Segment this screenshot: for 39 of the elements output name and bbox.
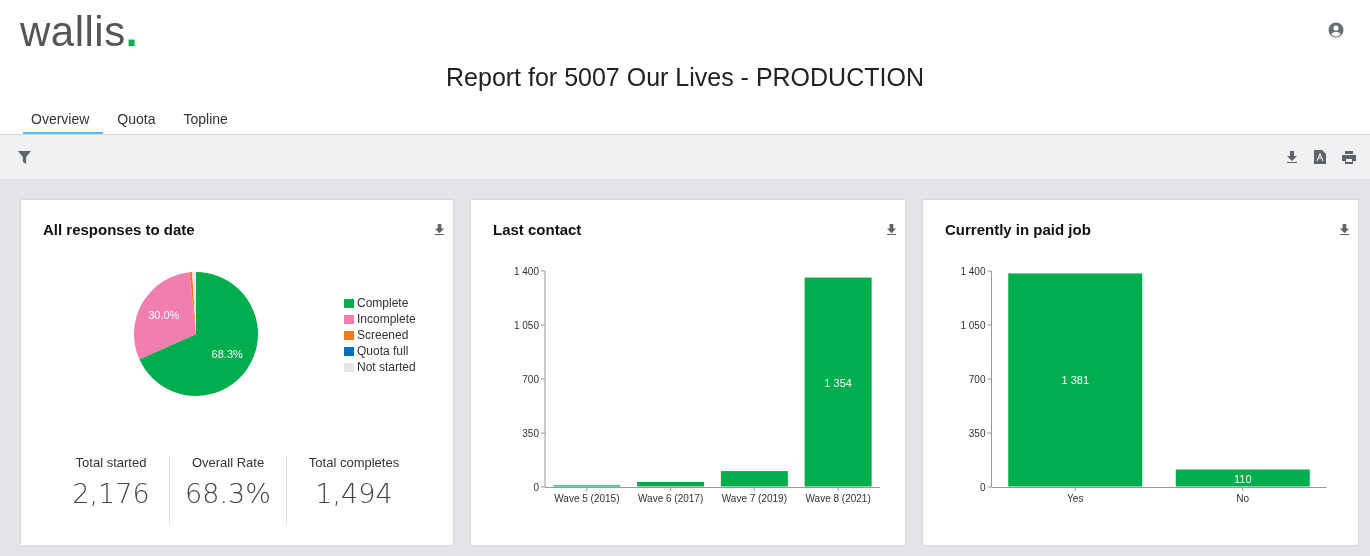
- axis-category-label: Yes: [1067, 493, 1084, 504]
- slice-label: 68.3%: [211, 348, 243, 361]
- axis-category-label: Wave 6 (2017): [638, 493, 704, 504]
- axis-tick-label: 0: [533, 481, 539, 493]
- stat-value: 2,176: [72, 478, 150, 509]
- stat-label: Total started: [75, 455, 147, 470]
- axis-category-label: Wave 8 (2021): [805, 493, 871, 504]
- legend-label: Incomplete: [357, 312, 416, 326]
- stat-value: 1,494: [315, 478, 393, 509]
- legend-label: Quota full: [357, 344, 409, 358]
- stat-label: Overall Rate: [191, 455, 265, 470]
- logo: wallis.: [20, 8, 138, 56]
- slice-label: 30.0%: [148, 309, 180, 322]
- stat-label: Total completes: [308, 455, 400, 470]
- axis-category-label: Wave 5 (2015): [554, 493, 620, 504]
- axis-tick-label: 1 050: [960, 319, 986, 331]
- bar-value-label: 110: [1234, 472, 1252, 485]
- axis-tick-label: 700: [968, 373, 986, 385]
- legend-label: Screened: [357, 328, 409, 342]
- card-title: Currently in paid job: [945, 220, 1091, 238]
- tab[interactable]: Topline: [175, 97, 242, 134]
- axis-tick-label: 700: [522, 373, 539, 385]
- axis-category-label: No: [1236, 493, 1250, 504]
- axis-tick-label: 1 050: [513, 319, 539, 331]
- axis-tick-label: 350: [968, 427, 986, 439]
- bar-value-label: 1 381: [1061, 374, 1089, 387]
- report-title: Report for 5007 Our Lives - PRODUCTION: [0, 54, 1370, 97]
- axis-tick-label: 1 400: [513, 265, 539, 277]
- tab[interactable]: Quota: [109, 97, 170, 134]
- stat-value: 68.3%: [185, 478, 271, 509]
- legend-label: Complete: [357, 296, 409, 310]
- card-title: All responses to date: [43, 220, 195, 238]
- bar-value-label: 1 354: [824, 376, 852, 389]
- card-title: Last contact: [493, 220, 582, 238]
- axis-tick-label: 0: [979, 481, 986, 493]
- axis-tick-label: 1 400: [960, 265, 986, 277]
- axis-tick-label: 350: [522, 427, 539, 439]
- legend-label: Not started: [357, 360, 416, 374]
- axis-category-label: Wave 7 (2019): [721, 493, 787, 504]
